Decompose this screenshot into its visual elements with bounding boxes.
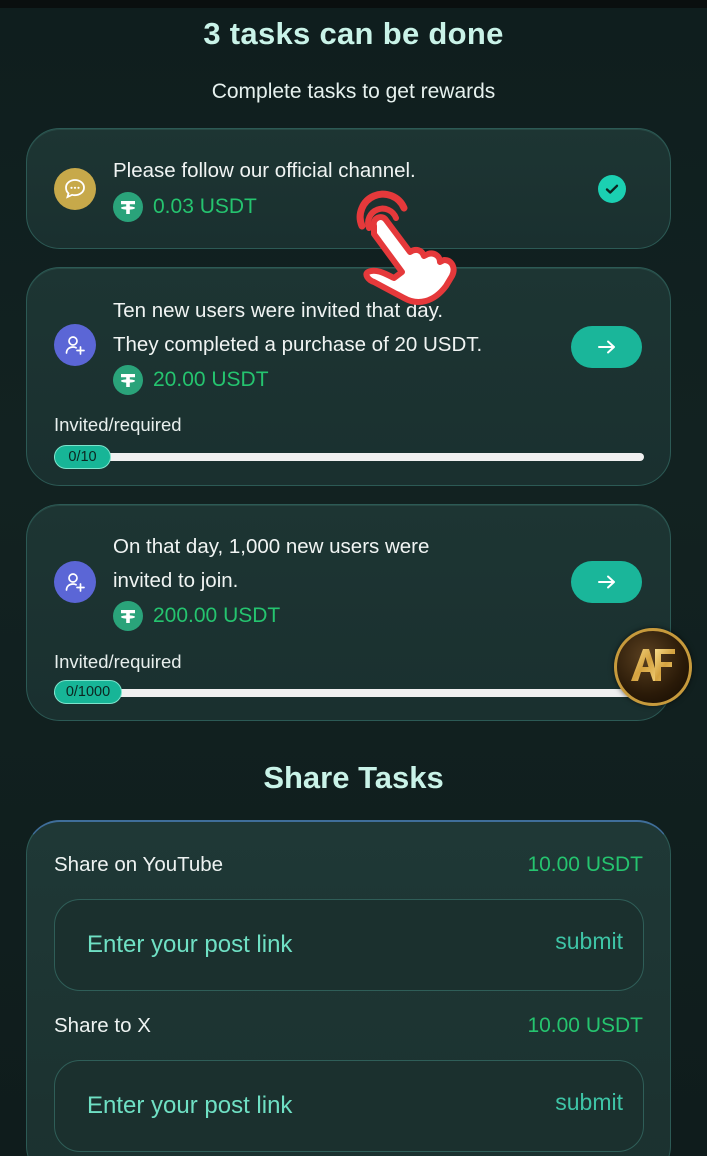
x-link-input[interactable]	[87, 1061, 507, 1151]
share-youtube-reward: 10.00 USDT	[527, 853, 643, 876]
status-bar-strip	[0, 0, 707, 8]
x-submit-button[interactable]: submit	[555, 1089, 623, 1116]
tether-icon	[113, 192, 143, 222]
add-user-icon	[54, 324, 96, 366]
share-tasks-title: Share Tasks	[263, 760, 444, 795]
arrow-right-icon	[597, 575, 615, 589]
task-card-invite-1000: On that day, 1,000 new users were invite…	[26, 504, 671, 721]
task-line: Please follow our official channel.	[113, 159, 416, 182]
task-line: They completed a purchase of 20 USDT.	[113, 333, 483, 356]
tap-hand-icon	[356, 190, 457, 305]
share-youtube-label: Share on YouTube	[54, 853, 224, 876]
tether-icon	[113, 601, 143, 631]
task-line: invited to join.	[113, 569, 239, 592]
page-title: 3 tasks can be done	[203, 16, 504, 51]
chat-icon	[54, 168, 96, 210]
share-tasks-card: Share on YouTube 10.00 USDT submit Share…	[26, 820, 671, 1156]
reward-amount: 0.03 USDT	[153, 195, 257, 218]
youtube-submit-button[interactable]: submit	[555, 928, 623, 955]
add-user-icon	[54, 561, 96, 603]
progress-track	[54, 453, 644, 461]
share-x-label: Share to X	[54, 1014, 151, 1037]
completed-check-icon	[598, 175, 626, 203]
x-link-field: submit	[54, 1060, 644, 1152]
tether-icon	[113, 365, 143, 395]
task-reward: 20.00 USDT	[113, 365, 269, 395]
share-x-reward: 10.00 USDT	[527, 1014, 643, 1037]
youtube-link-input[interactable]	[87, 900, 507, 990]
go-task-button[interactable]	[571, 326, 642, 368]
task-description: Please follow our official channel.	[113, 154, 416, 188]
progress-label: Invited/required	[54, 414, 182, 435]
reward-amount: 200.00 USDT	[153, 604, 281, 627]
progress-count: 0/10	[54, 445, 111, 469]
task-reward: 0.03 USDT	[113, 192, 257, 222]
task-description: On that day, 1,000 new users were invite…	[113, 530, 429, 598]
page-subtitle: Complete tasks to get rewards	[211, 80, 496, 103]
progress-count: 0/1000	[54, 680, 122, 704]
reward-amount: 20.00 USDT	[153, 368, 269, 391]
watermark-logo	[614, 628, 692, 706]
progress-label: Invited/required	[54, 651, 182, 672]
arrow-right-icon	[597, 340, 615, 354]
task-reward: 200.00 USDT	[113, 601, 280, 631]
go-task-button[interactable]	[571, 561, 642, 603]
progress-track	[54, 689, 644, 697]
task-line: On that day, 1,000 new users were	[113, 535, 430, 558]
youtube-link-field: submit	[54, 899, 644, 991]
